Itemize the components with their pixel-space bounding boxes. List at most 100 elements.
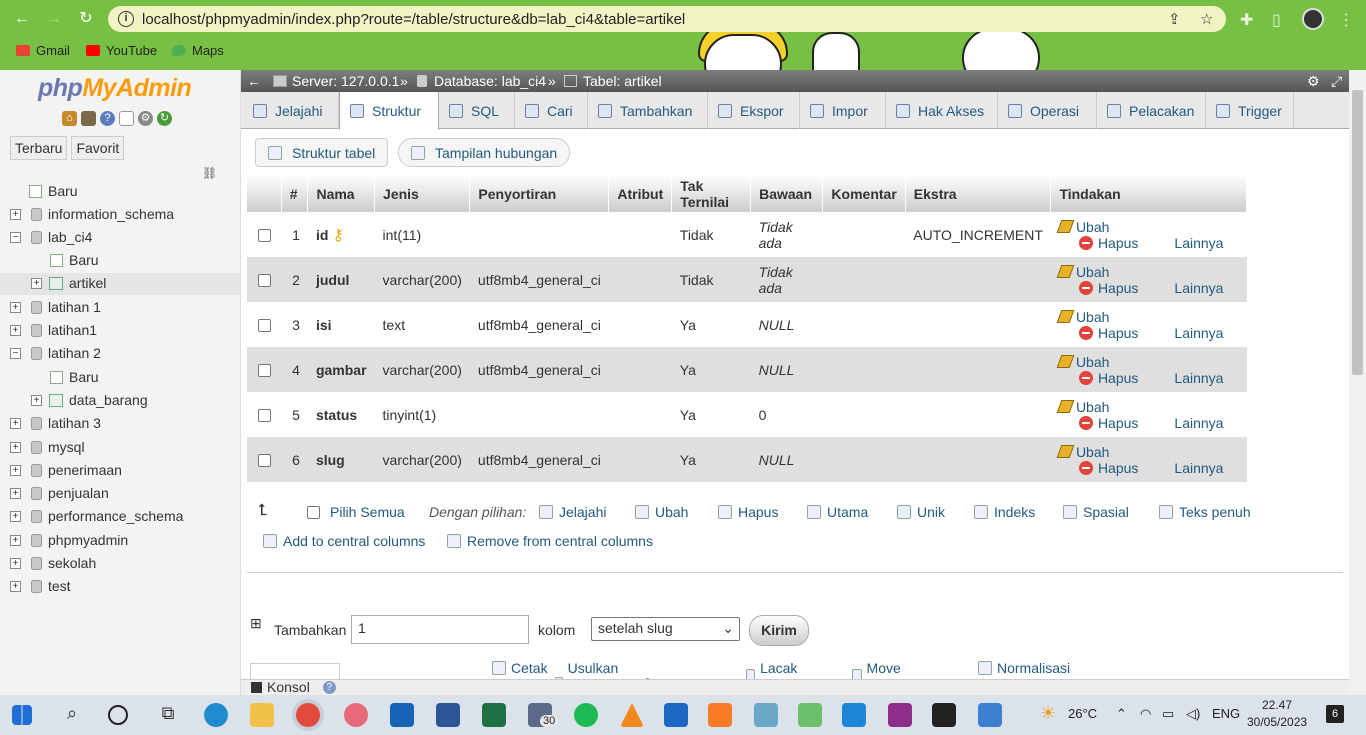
tree-item-latihan1[interactable]: + latihan1 xyxy=(0,320,240,342)
address-bar[interactable]: i localhost/phpmyadmin/index.php?route=/… xyxy=(108,6,1226,32)
excel-icon[interactable] xyxy=(482,703,506,727)
battery-icon[interactable]: ▭ xyxy=(1162,706,1174,722)
app-icon[interactable] xyxy=(798,703,822,727)
bulk-index-button[interactable]: Indeks xyxy=(974,504,1035,520)
collapse-icon[interactable]: − xyxy=(10,348,21,359)
menu-icon[interactable]: ⋮ xyxy=(1338,10,1354,30)
normalize-link[interactable]: Normalisasi xyxy=(978,660,1070,676)
edit-link[interactable]: Ubah xyxy=(1056,399,1109,415)
expand-icon[interactable]: + xyxy=(10,209,21,220)
delete-link[interactable]: Hapus xyxy=(1078,325,1138,341)
expand-icon[interactable]: + xyxy=(10,558,21,569)
tree-item-performance-schema[interactable]: + performance_schema xyxy=(0,506,240,528)
tab-insert[interactable]: Tambahkan xyxy=(588,92,708,129)
clock-date[interactable]: 30/05/2023 xyxy=(1247,715,1307,729)
back-icon[interactable]: ← xyxy=(12,10,32,28)
tree-item-test[interactable]: + test xyxy=(0,576,240,598)
print-link[interactable]: Cetak xyxy=(492,660,548,676)
language-indicator[interactable]: ENG xyxy=(1212,706,1240,721)
expand-icon[interactable]: + xyxy=(31,278,42,289)
tree-item-lab-ci4[interactable]: − lab_ci4 xyxy=(0,227,240,249)
tree-item-latihan-1[interactable]: + latihan 1 xyxy=(0,297,240,319)
vscode-icon[interactable] xyxy=(842,703,866,727)
submit-button[interactable]: Kirim xyxy=(749,615,809,646)
xampp-icon[interactable] xyxy=(708,703,732,727)
more-link[interactable]: Lainnya xyxy=(1174,280,1223,296)
bulk-spatial-button[interactable]: Spasial xyxy=(1063,504,1129,520)
column-header[interactable]: Nama xyxy=(307,175,376,212)
weather-temp[interactable]: 26°C xyxy=(1068,706,1097,721)
collapse-icon[interactable]: ← xyxy=(247,73,261,89)
refresh-icon[interactable]: ↻ xyxy=(157,111,172,126)
tree-item-baru[interactable]: Baru xyxy=(0,181,240,203)
help-icon[interactable]: ? xyxy=(100,111,115,126)
column-position-select[interactable]: setelah slug ⌄ xyxy=(591,617,740,641)
expand-icon[interactable]: + xyxy=(10,535,21,546)
notification-badge[interactable]: 6 xyxy=(1326,705,1344,723)
more-link[interactable]: Lainnya xyxy=(1174,235,1223,251)
breadcrumb-server[interactable]: Server: 127.0.0.1 xyxy=(292,73,399,89)
edit-link[interactable]: Ubah xyxy=(1056,354,1109,370)
bookmark-maps[interactable]: Maps xyxy=(172,43,224,58)
subtab-table-structure[interactable]: Struktur tabel xyxy=(255,138,389,167)
media-icon[interactable] xyxy=(664,703,688,727)
tree-item-information-schema[interactable]: + information_schema xyxy=(0,204,240,226)
tab-sql[interactable]: SQL xyxy=(439,92,515,129)
sidepanel-icon[interactable]: ▯ xyxy=(1272,10,1281,30)
delete-link[interactable]: Hapus xyxy=(1078,460,1138,476)
bulk-primary-button[interactable]: Utama xyxy=(807,504,868,520)
tray-chevron-icon[interactable]: ⌃ xyxy=(1116,706,1127,722)
reload-icon[interactable]: ↻ xyxy=(76,10,96,28)
select-all[interactable]: Pilih Semua xyxy=(307,504,405,520)
breadcrumb-database[interactable]: Database: lab_ci4 xyxy=(434,73,546,89)
row-checkbox[interactable] xyxy=(257,274,271,288)
network-icon[interactable]: ◠ xyxy=(1140,706,1151,722)
breadcrumb-table[interactable]: Tabel: artikel xyxy=(583,73,662,89)
expand-icon[interactable]: + xyxy=(10,442,21,453)
tree-item-baru[interactable]: Baru xyxy=(0,367,240,389)
edit-link[interactable]: Ubah xyxy=(1056,219,1109,235)
expand-icon[interactable]: + xyxy=(10,418,21,429)
tree-item-baru[interactable]: Baru xyxy=(0,250,240,272)
bulk-fulltext-button[interactable]: Teks penuh xyxy=(1159,504,1251,520)
delete-link[interactable]: Hapus xyxy=(1078,370,1138,386)
settings-icon[interactable]: ⚙ xyxy=(138,111,153,126)
column-header[interactable]: Ekstra xyxy=(905,175,1052,212)
column-header[interactable]: Bawaan xyxy=(750,175,824,212)
bulk-browse-button[interactable]: Jelajahi xyxy=(539,504,606,520)
tree-item-mysql[interactable]: + mysql xyxy=(0,437,240,459)
docs-icon[interactable] xyxy=(119,111,134,126)
taskview-icon[interactable]: ⧉ xyxy=(156,703,180,727)
edit-link[interactable]: Ubah xyxy=(1056,444,1109,460)
column-header[interactable]: Tak Ternilai xyxy=(671,175,752,212)
delete-link[interactable]: Hapus xyxy=(1078,415,1138,431)
tree-item-latihan-2[interactable]: − latihan 2 xyxy=(0,343,240,365)
tab-structure[interactable]: Struktur xyxy=(339,92,439,130)
column-header[interactable]: Tindakan xyxy=(1050,175,1247,212)
add-central-columns[interactable]: Add to central columns xyxy=(263,533,425,549)
vlc-icon[interactable] xyxy=(620,703,644,727)
profile-avatar[interactable] xyxy=(1302,8,1324,30)
recent-tab[interactable]: Terbaru xyxy=(10,136,68,160)
console-toggle[interactable]: Konsol? xyxy=(251,679,336,695)
row-checkbox[interactable] xyxy=(257,364,271,378)
store-icon[interactable] xyxy=(390,703,414,727)
expand-icon[interactable]: + xyxy=(10,511,21,522)
home-icon[interactable]: ⌂ xyxy=(62,111,77,126)
row-checkbox[interactable] xyxy=(257,454,271,468)
remove-central-columns[interactable]: Remove from central columns xyxy=(447,533,653,549)
expand-icon[interactable]: + xyxy=(10,465,21,476)
maximize-icon[interactable]: ⤢ xyxy=(1331,73,1342,90)
row-checkbox[interactable] xyxy=(257,409,271,423)
bulk-edit-button[interactable]: Ubah xyxy=(635,504,688,520)
bulk-unique-button[interactable]: Unik xyxy=(897,504,945,520)
tree-item-penjualan[interactable]: + penjualan xyxy=(0,483,240,505)
tree-item-artikel[interactable]: + artikel xyxy=(0,273,240,295)
more-link[interactable]: Lainnya xyxy=(1174,460,1223,476)
phpmyadmin-logo[interactable]: phpMyAdmin xyxy=(38,74,192,103)
row-checkbox[interactable] xyxy=(257,319,271,333)
more-link[interactable]: Lainnya xyxy=(1174,325,1223,341)
tree-item-phpmyadmin[interactable]: + phpmyadmin xyxy=(0,530,240,552)
tab-browse[interactable]: Jelajahi xyxy=(243,92,339,129)
terminal-icon[interactable] xyxy=(932,703,956,727)
